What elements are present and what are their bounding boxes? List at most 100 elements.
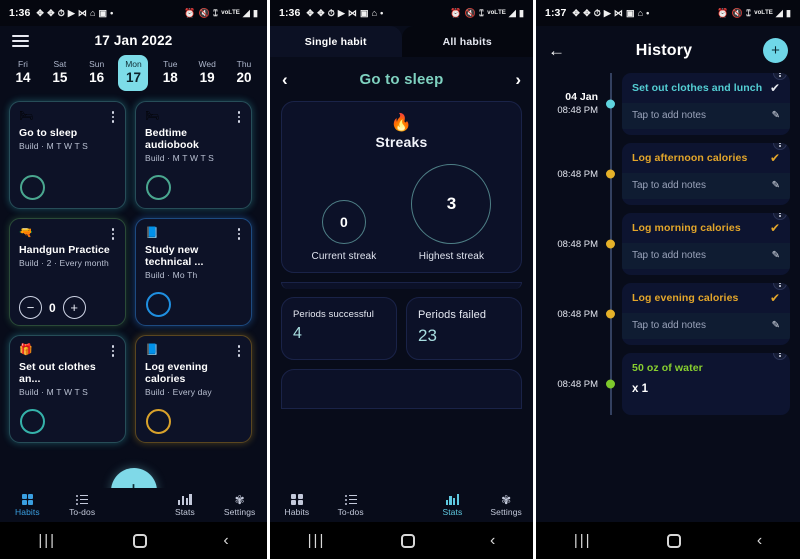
card-overflow-menu-icon[interactable] [236, 110, 243, 124]
habit-card[interactable]: 🎁 Set out clothes an... Build · M T W T … [9, 335, 126, 443]
volte-icon: ᵛᵒᴸᵀᴱ [754, 7, 773, 18]
recents-button[interactable]: ||| [308, 532, 326, 549]
habit-card[interactable]: 🔫 Handgun Practice Build · 2 · Every mon… [9, 218, 126, 326]
card-overflow-menu-icon[interactable] [110, 110, 117, 124]
notes-placeholder: Tap to add notes [632, 179, 706, 191]
habit-complete-ring[interactable] [20, 409, 45, 434]
nav-item-stats[interactable]: Stats [426, 493, 480, 517]
entry-card-top: Log evening calories ✔ [622, 283, 790, 313]
nav-item-habits[interactable]: Habits [270, 493, 324, 517]
habit-complete-ring[interactable] [20, 175, 45, 200]
status-bar: 1:36 ✥ ✥ ⏱ ▶ ⋈ ⌂ ▣ • ⏰ 🔇 ⑄ ᵛᵒᴸᵀᴱ ◢ ▮ [0, 0, 267, 26]
back-button[interactable]: ‹ [223, 532, 228, 550]
tab-single-habit[interactable]: Single habit [270, 26, 402, 57]
habit-complete-ring[interactable] [146, 175, 171, 200]
day-chip-wed[interactable]: Wed 19 [192, 55, 222, 91]
entry-card[interactable]: Log evening calories ✔ Tap to add notes … [622, 283, 790, 345]
pencil-icon[interactable]: ✎ [772, 320, 780, 331]
nav-item-todos[interactable]: To-dos [55, 493, 110, 517]
add-entry-button[interactable]: + [763, 38, 788, 63]
card-overflow-menu-icon[interactable] [110, 344, 117, 358]
pencil-icon[interactable]: ✎ [772, 110, 780, 121]
card-top-row: 📘 [145, 227, 242, 241]
back-button[interactable]: ‹ [757, 532, 762, 550]
entry-time: 08:48 PM [557, 168, 598, 180]
habit-counter: − 0 + [19, 296, 86, 319]
timeline-dot [606, 379, 615, 389]
nav-label: Habits [284, 507, 310, 517]
status-bar: 1:36 ✥ ✥ ⏱ ▶ ⋈ ▣ ⌂ • ⏰ 🔇 ⑄ ᵛᵒᴸᵀᴱ ◢ ▮ [270, 0, 533, 26]
back-icon[interactable]: ← [548, 42, 565, 59]
day-chip-sun[interactable]: Sun 16 [82, 55, 112, 91]
home-button[interactable] [132, 533, 147, 548]
android-system-navbar: ||| ‹ [0, 522, 267, 559]
shuffle-icon: ⋈ [613, 7, 623, 18]
nav-item-todos[interactable]: To-dos [324, 493, 378, 517]
check-icon[interactable]: ✔ [770, 292, 780, 304]
puzzle-icon: ✥ [47, 7, 55, 18]
entry-notes-field[interactable]: Tap to add notes ✎ [622, 172, 790, 199]
back-button[interactable]: ‹ [490, 532, 495, 550]
periods-successful-value: 4 [293, 325, 302, 342]
home-button[interactable] [667, 533, 682, 548]
check-icon[interactable]: ✔ [770, 152, 780, 164]
habit-title: Log evening calories [145, 360, 208, 385]
day-number: 14 [15, 70, 31, 85]
check-icon[interactable]: ✔ [770, 82, 780, 94]
entry-notes-field[interactable]: Tap to add notes ✎ [622, 242, 790, 269]
alarm-icon: ⏱ [57, 7, 65, 18]
increment-button[interactable]: + [62, 296, 86, 319]
grid-icon [21, 493, 34, 506]
image-icon: ▣ [98, 7, 108, 18]
home-button[interactable] [400, 533, 415, 548]
nav-item-habits[interactable]: Habits [0, 493, 55, 517]
stats-tabs: Single habit All habits [270, 26, 533, 57]
status-bar-right: ⏰ 🔇 ⑄ ᵛᵒᴸᵀᴱ ◢ ▮ [184, 7, 258, 18]
entry-timestamp: 08:48 PM [536, 238, 602, 251]
shuffle-icon: ⋈ [77, 7, 87, 18]
entry-card[interactable]: Set out clothes and lunch ✔ Tap to add n… [622, 73, 790, 135]
day-number: 16 [89, 70, 105, 85]
nav-item-settings[interactable]: ✾ Settings [479, 493, 533, 518]
next-card-partial [281, 369, 522, 409]
day-chip-fri[interactable]: Fri 14 [8, 55, 38, 91]
entry-card[interactable]: Log afternoon calories ✔ Tap to add note… [622, 143, 790, 205]
check-icon[interactable]: ✔ [770, 222, 780, 234]
bed-icon: 🛏 [19, 110, 33, 122]
card-overflow-menu-icon[interactable] [236, 344, 243, 358]
habit-card[interactable]: 🛏 Bedtime audiobook Build · M T W T S [135, 101, 252, 209]
decrement-button[interactable]: − [19, 296, 42, 319]
entry-notes-field[interactable]: Tap to add notes ✎ [622, 102, 790, 129]
habit-card[interactable]: 🛏 Go to sleep Build · M T W T S [9, 101, 126, 209]
card-overflow-menu-icon[interactable] [236, 227, 243, 241]
cast-icon: ⑄ [212, 7, 219, 18]
status-bar-time: 1:36 [9, 7, 31, 19]
pencil-icon[interactable]: ✎ [772, 180, 780, 191]
habit-card[interactable]: 📘 Study new technical ... Build · Mo Th [135, 218, 252, 326]
entry-notes-field[interactable]: Tap to add notes ✎ [622, 312, 790, 339]
day-chip-thu[interactable]: Thu 20 [229, 55, 259, 91]
next-habit-icon[interactable]: › [515, 71, 521, 88]
recents-button[interactable]: ||| [38, 532, 56, 549]
entry-card[interactable]: 50 oz of water x 1 [622, 353, 790, 415]
habit-complete-ring[interactable] [146, 292, 171, 317]
entry-date: 04 Jan [565, 91, 598, 103]
day-chip-sat[interactable]: Sat 15 [45, 55, 75, 91]
card-top-row: 🎁 [19, 344, 116, 358]
nav-item-stats[interactable]: Stats [158, 493, 213, 517]
habit-complete-ring[interactable] [146, 409, 171, 434]
day-label: Sat [53, 59, 67, 69]
nav-item-settings[interactable]: ✾ Settings [212, 493, 267, 518]
habit-card[interactable]: 📘 Log evening calories Build · Every day [135, 335, 252, 443]
tab-all-habits[interactable]: All habits [401, 26, 533, 57]
mute-icon: 🔇 [464, 7, 476, 18]
habit-title: Go to sleep [19, 126, 78, 139]
day-chip-tue[interactable]: Tue 18 [155, 55, 185, 91]
day-chip-mon-selected[interactable]: Mon 17 [118, 55, 149, 91]
pencil-icon[interactable]: ✎ [772, 250, 780, 261]
recents-button[interactable]: ||| [574, 532, 592, 549]
puzzle-icon: ✥ [583, 7, 591, 18]
cast-icon: ⑄ [478, 7, 485, 18]
entry-card[interactable]: Log morning calories ✔ Tap to add notes … [622, 213, 790, 275]
card-overflow-menu-icon[interactable] [110, 227, 117, 241]
